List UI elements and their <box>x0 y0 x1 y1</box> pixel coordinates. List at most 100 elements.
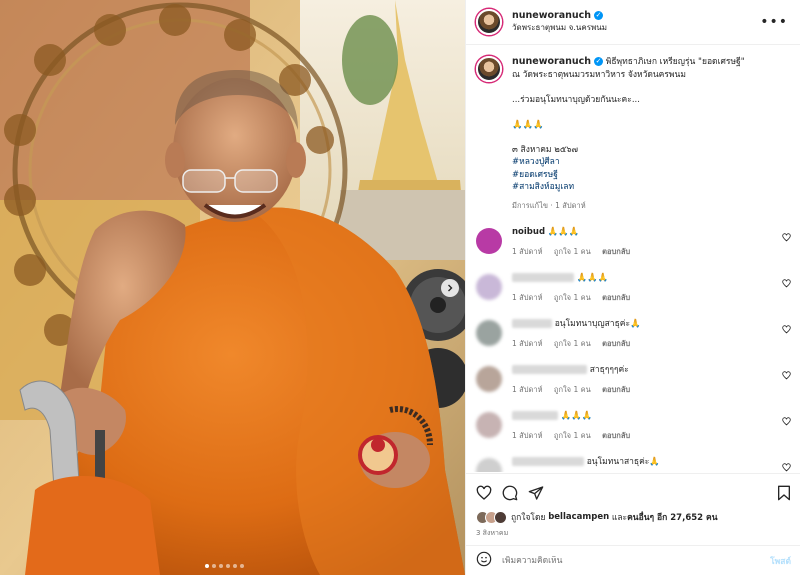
commenter-avatar[interactable] <box>476 228 502 254</box>
carousel-dot <box>212 564 216 568</box>
post-side-panel: nuneworanuch ✓ วัดพระธาตุพนม จ.นครพนม •••… <box>465 0 800 575</box>
likes-summary[interactable]: ถูกใจโดย bellacampen และ คนอื่นๆ อีก 27,6… <box>476 510 791 524</box>
blurred-username <box>512 273 574 282</box>
comment-likes[interactable]: ถูกใจ 1 คน <box>554 339 591 348</box>
comment-text: 🙏🙏🙏 <box>547 227 580 237</box>
comment-body: อนุโมทนาสาธุค่ะ🙏 1 สัปดาห์ ถูกใจ 1 คน ตอ… <box>512 456 660 472</box>
comment-likes[interactable]: ถูกใจ 1 คน <box>554 247 591 256</box>
commenter-username[interactable]: noibud <box>512 227 545 237</box>
caption-line <box>512 131 791 144</box>
comment-row: สาธุๆๆๆค่ะ 1 สัปดาห์ ถูกใจ 1 คน ตอบกลับ <box>466 364 800 410</box>
comment-body: 🙏🙏🙏 1 สัปดาห์ ถูกใจ 1 คน ตอบกลับ <box>512 272 639 304</box>
bookmark-icon[interactable] <box>777 485 791 501</box>
comment-time[interactable]: 1 สัปดาห์ <box>512 431 543 440</box>
comment-row: อนุโมทนาสาธุค่ะ🙏 1 สัปดาห์ ถูกใจ 1 คน ตอ… <box>466 456 800 472</box>
comments-scroll-area[interactable]: nuneworanuch ✓ พิธีพุทธาภิเษก เหรียญรุ่น … <box>466 46 800 472</box>
caption-line: พิธีพุทธาภิเษก เหรียญรุ่น "ยอดเศรษฐี" <box>605 57 745 67</box>
comment-body: 🙏🙏🙏 1 สัปดาห์ ถูกใจ 1 คน ตอบกลับ <box>512 410 639 442</box>
instagram-post-modal: nuneworanuch ✓ วัดพระธาตุพนม จ.นครพนม •••… <box>0 0 800 575</box>
comment-list: noibud 🙏🙏🙏 1 สัปดาห์ ถูกใจ 1 คน ตอบกลับ … <box>466 226 800 472</box>
caption-username[interactable]: nuneworanuch <box>512 56 591 67</box>
caption-line <box>512 81 791 94</box>
commenter-avatar[interactable] <box>476 274 502 300</box>
author-username[interactable]: nuneworanuch <box>512 10 591 21</box>
carousel-dot <box>233 564 237 568</box>
comment-row: noibud 🙏🙏🙏 1 สัปดาห์ ถูกใจ 1 คน ตอบกลับ <box>466 226 800 272</box>
reply-button[interactable]: ตอบกลับ <box>602 385 630 394</box>
caption-line: ...ร่วมอนุโมทนาบุญด้วยกันนะคะ... <box>512 94 640 105</box>
reply-button[interactable]: ตอบกลับ <box>602 247 630 256</box>
post-actions: ถูกใจโดย bellacampen และ คนอื่นๆ อีก 27,6… <box>466 473 800 543</box>
comment-body: noibud 🙏🙏🙏 1 สัปดาห์ ถูกใจ 1 คน ตอบกลับ <box>512 226 639 258</box>
hashtag-link[interactable]: #ยอดเศรษฐี <box>512 169 791 182</box>
post-location[interactable]: วัดพระธาตุพนม จ.นครพนม <box>512 22 607 34</box>
more-options-icon[interactable]: ••• <box>760 14 788 30</box>
comment-like-heart-icon[interactable] <box>782 463 791 472</box>
hashtag-link[interactable]: #หลวงปู่ศีลา <box>512 156 791 169</box>
carousel-dot <box>240 564 244 568</box>
comment-text: อนุโมทนาสาธุค่ะ🙏 <box>586 457 660 467</box>
reply-button[interactable]: ตอบกลับ <box>602 339 630 348</box>
comment-input[interactable] <box>502 555 742 566</box>
comment-body: สาธุๆๆๆค่ะ 1 สัปดาห์ ถูกใจ 1 คน ตอบกลับ <box>512 364 639 396</box>
comment-row: 🙏🙏🙏 1 สัปดาห์ ถูกใจ 1 คน ตอบกลับ <box>466 272 800 318</box>
carousel-dot <box>219 564 223 568</box>
hashtag-link[interactable]: #สามสิงห์อมูเลท <box>512 181 791 194</box>
comment-likes[interactable]: ถูกใจ 1 คน <box>554 385 591 394</box>
comment-time[interactable]: 1 สัปดาห์ <box>512 385 543 394</box>
comment-like-heart-icon[interactable] <box>782 371 791 383</box>
caption-author-avatar[interactable] <box>476 56 502 82</box>
liker-username[interactable]: bellacampen <box>548 512 609 522</box>
caption-meta: มีการแก้ไข · 1 สัปดาห์ <box>512 200 586 210</box>
post-date[interactable]: 3 สิงหาคม <box>476 528 791 539</box>
comment-meta: 1 สัปดาห์ ถูกใจ 1 คน ตอบกลับ <box>512 246 639 258</box>
likes-others[interactable]: คนอื่นๆ อีก 27,652 คน <box>627 510 717 524</box>
post-header: nuneworanuch ✓ วัดพระธาตุพนม จ.นครพนม ••• <box>466 0 800 45</box>
comment-text: สาธุๆๆๆค่ะ <box>589 365 629 375</box>
comment-like-heart-icon[interactable] <box>782 279 791 291</box>
add-comment-bar: โพสต์ <box>466 545 800 575</box>
commenter-avatar[interactable] <box>476 320 502 346</box>
comment-likes[interactable]: ถูกใจ 1 คน <box>554 431 591 440</box>
emoji-icon[interactable] <box>476 551 492 570</box>
commenter-avatar[interactable] <box>476 366 502 392</box>
post-photo[interactable] <box>0 0 465 575</box>
comment-like-heart-icon[interactable] <box>782 417 791 429</box>
blurred-username <box>512 457 584 466</box>
comment-meta: 1 สัปดาห์ ถูกใจ 1 คน ตอบกลับ <box>512 430 639 442</box>
verified-badge-icon: ✓ <box>594 57 604 66</box>
comment-likes[interactable]: ถูกใจ 1 คน <box>554 293 591 302</box>
comment-meta: 1 สัปดาห์ ถูกใจ 1 คน ตอบกลับ <box>512 384 639 396</box>
comment-bubble-icon[interactable] <box>502 485 518 501</box>
carousel-dot <box>226 564 230 568</box>
comment-row: 🙏🙏🙏 1 สัปดาห์ ถูกใจ 1 คน ตอบกลับ <box>466 410 800 456</box>
caption-line: ๓ สิงหาคม ๒๕๖๗ <box>512 144 579 155</box>
blurred-username <box>512 319 552 328</box>
blurred-username <box>512 365 587 374</box>
post-caption: nuneworanuch ✓ พิธีพุทธาภิเษก เหรียญรุ่น … <box>466 46 800 212</box>
carousel-indicator <box>205 564 244 568</box>
comment-time[interactable]: 1 สัปดาห์ <box>512 247 543 256</box>
author-avatar[interactable] <box>476 9 502 35</box>
share-send-icon[interactable] <box>528 485 544 501</box>
commenter-avatar[interactable] <box>476 412 502 438</box>
commenter-avatar[interactable] <box>476 458 502 472</box>
comment-text: 🙏🙏🙏 <box>576 273 609 283</box>
post-comment-button[interactable]: โพสต์ <box>770 554 791 568</box>
comment-time[interactable]: 1 สัปดาห์ <box>512 293 543 302</box>
comment-body: อนุโมทนาบุญสาธุค่ะ🙏 1 สัปดาห์ ถูกใจ 1 คน… <box>512 318 641 350</box>
comment-time[interactable]: 1 สัปดาห์ <box>512 339 543 348</box>
reply-button[interactable]: ตอบกลับ <box>602 293 630 302</box>
comment-meta: 1 สัปดาห์ ถูกใจ 1 คน ตอบกลับ <box>512 292 639 304</box>
next-image-button[interactable] <box>441 279 459 297</box>
reply-button[interactable]: ตอบกลับ <box>602 431 630 440</box>
comment-text: อนุโมทนาบุญสาธุค่ะ🙏 <box>554 319 641 329</box>
caption-line <box>512 106 791 119</box>
liker-avatars <box>476 510 507 524</box>
comment-like-heart-icon[interactable] <box>782 233 791 245</box>
caption-body: nuneworanuch ✓ พิธีพุทธาภิเษก เหรียญรุ่น … <box>512 56 791 212</box>
comment-like-heart-icon[interactable] <box>782 325 791 337</box>
like-heart-icon[interactable] <box>476 485 492 501</box>
comment-meta: 1 สัปดาห์ ถูกใจ 1 คน ตอบกลับ <box>512 338 641 350</box>
comment-row: อนุโมทนาบุญสาธุค่ะ🙏 1 สัปดาห์ ถูกใจ 1 คน… <box>466 318 800 364</box>
